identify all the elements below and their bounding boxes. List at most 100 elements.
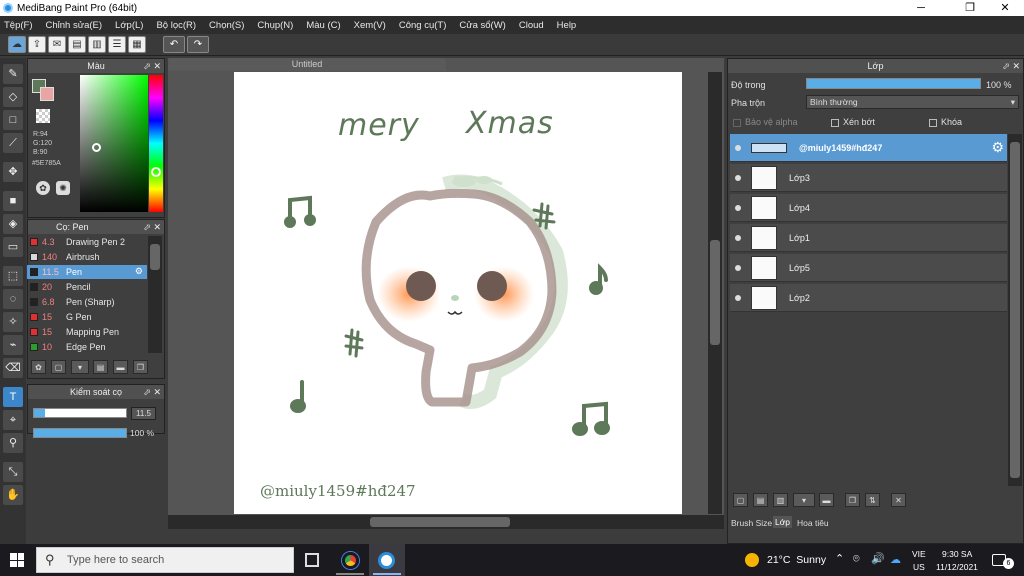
drawing-canvas[interactable]: mery Xmas @miuly1459#hđ247 [234,72,682,514]
volume-icon[interactable]: 🔊 [871,552,885,565]
menu-color[interactable]: Màu (C) [306,20,340,31]
sv-cursor[interactable] [92,143,101,152]
bucket-tool-icon[interactable]: ◈ [3,214,23,234]
select-eraser-icon[interactable]: ⌫ [3,358,23,378]
brush-size-slider[interactable] [33,408,127,418]
brush-item[interactable]: 140 Airbrush [27,250,147,264]
color-settings-icon[interactable]: ✺ [56,181,70,195]
brush-item[interactable]: 4.3 Drawing Pen 2 [27,235,147,249]
list-icon[interactable]: ☰ [108,36,126,53]
eye-icon[interactable] [735,204,741,211]
brush-item[interactable]: 10 Edge Pen [27,340,147,354]
document-icon[interactable]: ▥ [88,36,106,53]
weather-text[interactable]: 21°C Sunny [767,554,826,566]
cloud-icon[interactable]: ☁ [8,36,26,53]
tab-navigator[interactable]: Hoa tiêu [797,518,829,528]
brush-menu-icon[interactable]: ▾ [71,360,89,374]
layer-row[interactable]: Lớp4 [730,194,1007,222]
eye-icon[interactable] [735,234,741,241]
menu-filter[interactable]: Bộ lọc(R) [156,20,196,31]
panel-close-icon[interactable]: ⬀ ✕ [143,220,161,234]
rectangle-tool-icon[interactable]: □ [3,110,23,130]
hue-slider[interactable] [149,75,163,212]
brush-copy-icon[interactable]: ▤ [93,360,108,374]
menu-select[interactable]: Chọn(S) [209,20,244,31]
text-tool-icon[interactable]: T [3,387,23,407]
chevron-up-icon[interactable]: ⌃ [835,552,844,565]
language-bottom[interactable]: US [913,562,925,572]
brush-duplicate-icon[interactable]: ❐ [133,360,148,374]
brush-item[interactable]: 20 Pencil [27,280,147,294]
select-rect-icon[interactable]: ⬚ [3,266,23,286]
lasso-icon[interactable]: ◌ [3,289,23,309]
eye-icon[interactable] [735,174,741,181]
layer-add-menu-icon[interactable]: ▾ [793,493,815,507]
new-layer-icon[interactable]: ▢ [733,493,748,507]
layer-opacity-slider[interactable] [806,78,981,89]
lock-checkbox[interactable]: Khóa [929,117,962,127]
fill-rect-tool-icon[interactable]: ■ [3,191,23,211]
tab-brush-size[interactable]: Brush Size [731,518,772,528]
menu-window[interactable]: Cửa sổ(W) [459,20,505,31]
menu-file[interactable]: Tệp(F) [4,20,33,31]
brush-size-value[interactable]: 11.5 [131,407,156,420]
eye-icon[interactable] [735,264,741,271]
clock-date[interactable]: 11/12/2021 [936,562,978,572]
brush-folder-icon[interactable]: ▬ [113,360,128,374]
blend-mode-select[interactable]: Bình thường ▾ [806,95,1019,109]
layer-folder-icon[interactable]: ▬ [819,493,834,507]
layer-row[interactable]: Lớp1 [730,224,1007,252]
brush-item[interactable]: 6.8 Pen (Sharp) [27,295,147,309]
windows-start-icon[interactable] [10,553,24,567]
gradient-tool-icon[interactable]: ▭ [3,237,23,257]
brush-opacity-slider[interactable] [33,428,127,438]
brush-item[interactable]: 15 Mapping Pen [27,325,147,339]
layer-row[interactable]: @miuly1459#hđ247 ⚙ [730,134,1007,162]
menu-tools[interactable]: Công cụ(T) [399,20,447,31]
brush-tool-icon[interactable]: ✎ [3,64,23,84]
brush-item[interactable]: 11.5 Pen ⚙ [27,265,147,279]
eye-icon[interactable] [735,294,741,301]
document-tab[interactable]: Untitled [168,58,446,71]
chrome-taskbar-icon[interactable] [342,552,359,569]
minimize-button[interactable]: ─ [906,0,936,16]
eye-icon[interactable] [735,144,741,151]
chat-icon[interactable]: ▤ [68,36,86,53]
menu-cloud[interactable]: Cloud [519,20,544,31]
layer-merge-icon[interactable]: ⇅ [865,493,880,507]
webcam-icon[interactable]: ⌾ [853,553,860,566]
alpha-protect-checkbox[interactable]: Bảo vệ alpha [733,117,798,127]
onedrive-icon[interactable]: ☁ [890,553,901,566]
hue-cursor[interactable] [151,167,161,177]
comment-icon[interactable]: ✉ [48,36,66,53]
brush-new-icon[interactable]: ▢ [51,360,66,374]
layer-row[interactable]: Lớp2 [730,284,1007,312]
hand-tool-icon[interactable]: ✋ [3,485,23,505]
saturation-value-picker[interactable] [80,75,148,212]
layer-row[interactable]: Lớp3 [730,164,1007,192]
tab-layer[interactable]: Lớp [773,516,793,528]
medibang-taskbar-button[interactable] [369,544,405,576]
layer-list-scrollbar[interactable] [1008,134,1022,486]
menu-edit[interactable]: Chỉnh sửa(E) [46,20,103,31]
magic-wand-icon[interactable]: ✧ [3,312,23,332]
clipping-checkbox[interactable]: Xén bớt [831,117,875,127]
transparent-color-swatch[interactable] [36,109,50,123]
brush-add-icon[interactable]: ✿ [31,360,46,374]
share-icon[interactable]: ⇪ [28,36,46,53]
layer-row[interactable]: Lớp5 [730,254,1007,282]
clock-time[interactable]: 9:30 SA [942,549,972,559]
undo-icon[interactable]: ↶ [163,36,185,53]
menu-view[interactable]: Xem(V) [354,20,386,31]
brush-item[interactable]: 15 G Pen [27,310,147,324]
line-tool-icon[interactable]: ⟋ [3,133,23,153]
task-view-icon[interactable] [305,553,319,567]
gear-icon[interactable]: ⚙ [135,266,143,277]
select-pen-icon[interactable]: ⌁ [3,335,23,355]
canvas-vertical-scrollbar[interactable] [708,72,722,514]
menu-layer[interactable]: Lớp(L) [115,20,143,31]
canvas-horizontal-scrollbar[interactable] [168,515,724,529]
menu-help[interactable]: Help [557,20,577,31]
new-8bit-layer-icon[interactable]: ▥ [773,493,788,507]
redo-icon[interactable]: ↷ [187,36,209,53]
